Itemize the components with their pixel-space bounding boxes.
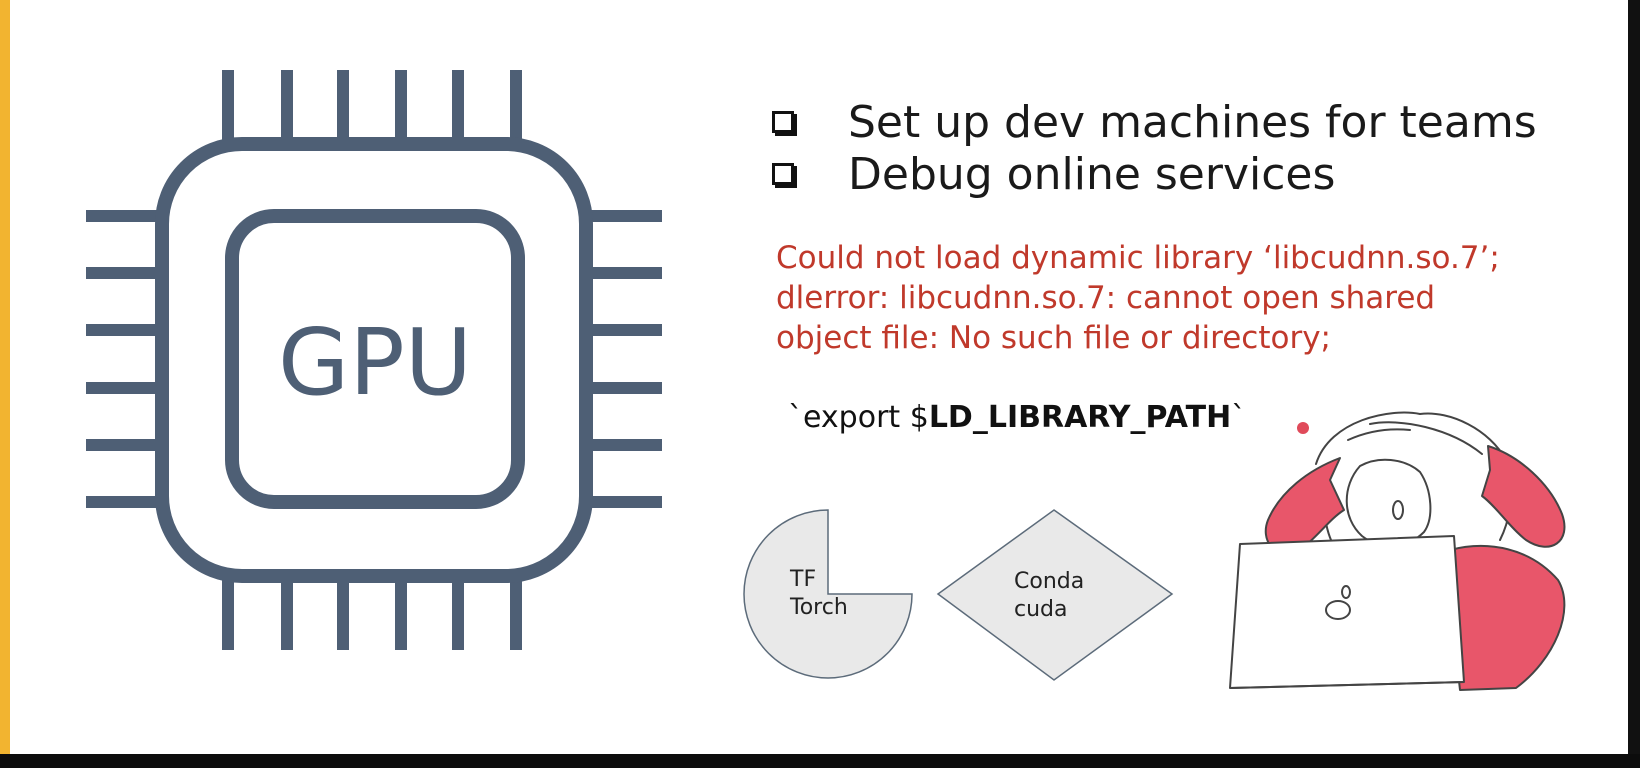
task-list: Set up dev machines for teams Debug onli…: [772, 96, 1537, 200]
task-item: Debug online services: [772, 148, 1537, 200]
pie-label: TF Torch: [790, 566, 848, 622]
error-line: Could not load dynamic library ‘libcudnn…: [776, 240, 1500, 276]
checkbox-icon: [772, 111, 794, 133]
error-message: Could not load dynamic library ‘libcudnn…: [776, 238, 1576, 358]
gpu-chip-label: GPU: [278, 309, 472, 416]
pie-label-line: Torch: [790, 595, 848, 620]
error-line: dlerror: libcudnn.so.7: cannot open shar…: [776, 280, 1436, 316]
task-label: Debug online services: [848, 148, 1336, 200]
slide-bottom-edge: [0, 754, 1640, 768]
task-label: Set up dev machines for teams: [848, 96, 1537, 148]
diamond-label-line: cuda: [1014, 597, 1068, 622]
slide: GPU Set up dev machines for teams Debug …: [10, 0, 1628, 754]
error-line: object file: No such file or directory;: [776, 320, 1332, 356]
frustrated-person-illustration: [1229, 411, 1566, 691]
slide-left-frame: [0, 0, 10, 768]
diamond-label: Conda cuda: [1014, 568, 1084, 624]
task-item: Set up dev machines for teams: [772, 96, 1537, 148]
export-command: `export $LD_LIBRARY_PATH`: [788, 400, 1246, 435]
export-prefix: `export $: [788, 400, 929, 435]
checkbox-icon: [772, 163, 794, 185]
pie-label-line: TF: [790, 567, 817, 592]
diamond-label-line: Conda: [1014, 569, 1085, 594]
gpu-chip-icon: GPU: [86, 70, 662, 650]
export-variable: LD_LIBRARY_PATH: [928, 400, 1232, 435]
